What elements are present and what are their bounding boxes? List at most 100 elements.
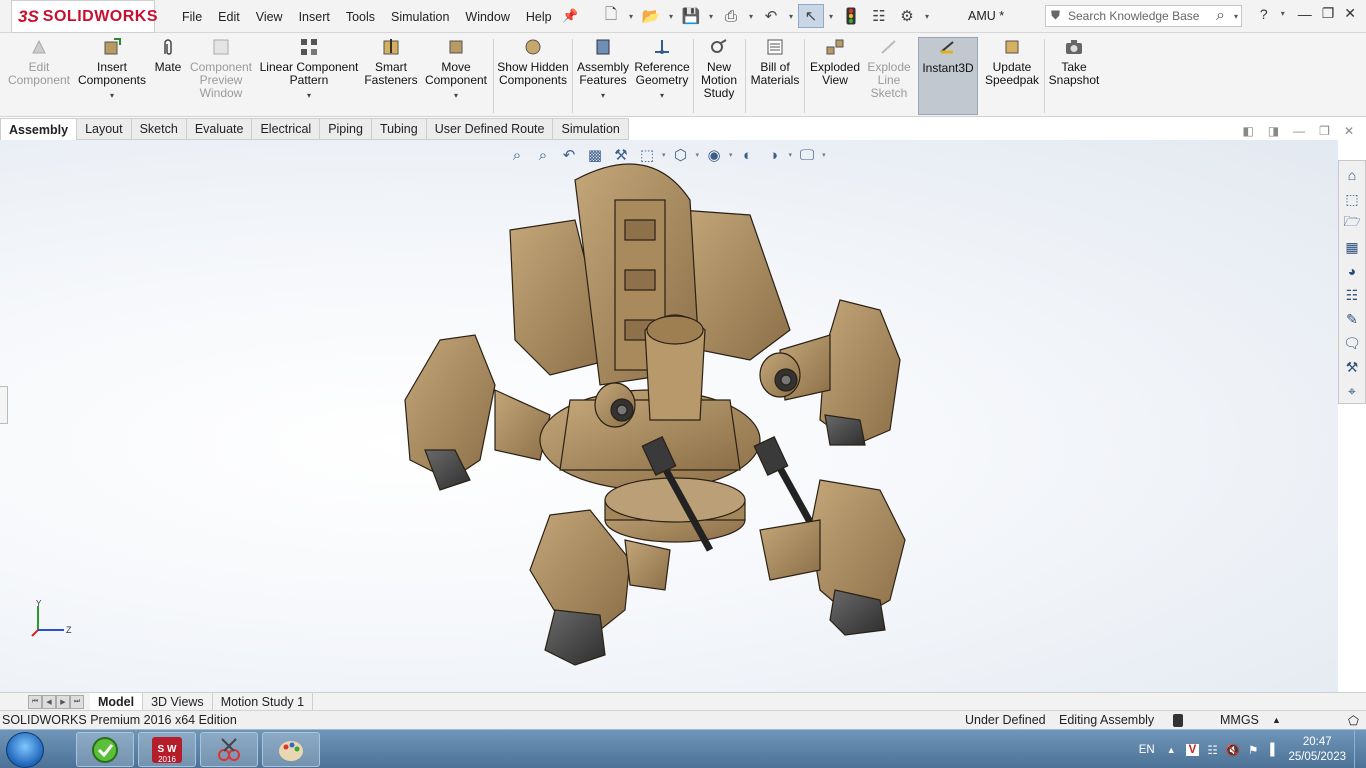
first-tab-arrow-icon[interactable]: ⏮ (28, 694, 42, 709)
save-icon[interactable]: 💾 (678, 4, 704, 28)
rebuild-status-icon[interactable] (1173, 714, 1183, 727)
take-snapshot-button[interactable]: Take Snapshot (1048, 37, 1100, 117)
exploded-view-button[interactable]: Exploded View (808, 37, 862, 117)
system-clock[interactable]: 20:47 25/05/2023 (1288, 735, 1346, 765)
menu-help[interactable]: Help (518, 10, 560, 24)
open-dropdown-icon[interactable]: ▾ (666, 12, 676, 21)
new-motion-study-button[interactable]: New Motion Study (697, 37, 741, 117)
print-icon[interactable]: ⎙ (718, 4, 744, 28)
search-dropdown-icon[interactable]: ▾ (1231, 12, 1241, 21)
panel-left-icon[interactable]: ◧ (1242, 124, 1253, 138)
doc-minimize-icon[interactable]: — (1293, 124, 1305, 138)
taskbar-solidworks-icon[interactable]: S W 2016 (138, 732, 196, 767)
graphics-area[interactable]: ⌕ ⌕ ↶ ▩ ⚒ ⬚ ▾ ⬡ ▾ ◉ ▾ ◐ ◑ ▾ 🖵 ▾ Y Z (0, 140, 1338, 694)
tab-3d-views[interactable]: 3D Views (143, 692, 213, 711)
search-knowledge-base[interactable]: ⛊ Search Knowledge Base ⌕ ▾ (1045, 5, 1242, 27)
volume-muted-icon[interactable]: 🔇 (1226, 743, 1240, 757)
linear-pattern-dropdown-icon[interactable]: ▾ (307, 89, 311, 102)
last-tab-arrow-icon[interactable]: ⏭ (70, 694, 84, 709)
taskbar-snipping-tool-icon[interactable] (200, 732, 258, 767)
component-preview-window-button[interactable]: Component Preview Window (188, 37, 254, 117)
new-dropdown-icon[interactable]: ▾ (626, 12, 636, 21)
options-dropdown-icon[interactable]: ▾ (922, 12, 932, 21)
insert-components-button[interactable]: Insert Components ▾ (76, 37, 148, 117)
doc-restore-icon[interactable]: ❐ (1319, 124, 1330, 138)
appearances-scenes-icon[interactable]: ◕ (1342, 261, 1362, 281)
save-dropdown-icon[interactable]: ▾ (706, 12, 716, 21)
show-desktop-button[interactable] (1354, 730, 1366, 768)
solidworks-resources-home-icon[interactable]: ⌂ (1342, 165, 1362, 185)
units-dropdown-icon[interactable]: ▲ (1272, 715, 1281, 725)
action-center-flag-icon[interactable]: ⚑ (1248, 743, 1258, 757)
open-folder-icon[interactable]: 📂 (638, 4, 664, 28)
tab-assembly[interactable]: Assembly (0, 118, 78, 140)
next-tab-arrow-icon[interactable]: ▶ (56, 694, 70, 709)
scene-dropdown-icon[interactable]: ▾ (789, 151, 793, 159)
new-document-icon[interactable]: 🗋 (598, 4, 624, 28)
file-explorer-icon[interactable]: 🗁 (1342, 213, 1362, 233)
rebuild-traffic-light-icon[interactable] (838, 4, 864, 28)
select-cursor-icon[interactable]: ↖ (798, 4, 824, 28)
tab-model[interactable]: Model (90, 692, 144, 711)
instant3d-button[interactable]: Instant3D (918, 37, 978, 115)
menu-file[interactable]: File (174, 10, 210, 24)
menu-edit[interactable]: Edit (210, 10, 248, 24)
bill-of-materials-button[interactable]: Bill of Materials (748, 37, 802, 117)
edit-component-button[interactable]: Edit Component (6, 37, 72, 117)
menu-simulation[interactable]: Simulation (383, 10, 457, 24)
windows-start-button[interactable] (6, 732, 44, 768)
tab-sketch[interactable]: Sketch (131, 118, 187, 140)
show-hidden-icons-arrow-icon[interactable]: ▲ (1167, 745, 1176, 755)
undo-dropdown-icon[interactable]: ▾ (786, 12, 796, 21)
update-speedpak-button[interactable]: Update Speedpak (982, 37, 1042, 117)
tab-user-defined-route[interactable]: User Defined Route (426, 118, 554, 140)
design-library-icon[interactable]: ⬚ (1342, 189, 1362, 209)
taskbar-paint-icon[interactable] (262, 732, 320, 767)
insert-components-dropdown-icon[interactable]: ▾ (110, 89, 114, 102)
robot-assembly-model[interactable] (400, 160, 920, 680)
panel-right-icon[interactable]: ◨ (1268, 124, 1279, 138)
menu-insert[interactable]: Insert (291, 10, 338, 24)
pin-icon[interactable]: 📌 (562, 8, 578, 24)
solidworks-forum-icon[interactable]: ✎ (1342, 309, 1362, 329)
view-settings-dropdown-icon[interactable]: ▾ (822, 151, 826, 159)
smart-fasteners-button[interactable]: Smart Fasteners (362, 37, 420, 117)
taskbar-app-green-icon[interactable] (76, 732, 134, 767)
unit-system[interactable]: MMGS (1220, 713, 1259, 727)
tab-tubing[interactable]: Tubing (371, 118, 427, 140)
close-icon[interactable]: ✕ (1344, 5, 1356, 22)
feature-manager-expand-handle[interactable] (0, 386, 8, 424)
tray-network-adapter-icon[interactable]: ☷ (1207, 743, 1217, 757)
menu-tools[interactable]: Tools (338, 10, 383, 24)
tray-v-app-icon[interactable]: V (1185, 743, 1200, 756)
assembly-features-button[interactable]: Assembly Features ▾ (575, 37, 631, 117)
select-dropdown-icon[interactable]: ▾ (826, 12, 836, 21)
tab-electrical[interactable]: Electrical (252, 118, 321, 140)
show-hidden-components-button[interactable]: Show Hidden Components (496, 37, 570, 117)
move-component-button[interactable]: Move Component ▾ (422, 37, 490, 117)
move-component-dropdown-icon[interactable]: ▾ (454, 89, 458, 102)
plastics-icon[interactable]: ⌖ (1342, 381, 1362, 401)
solidworks-logo[interactable]: 3S SOLIDWORKS (11, 0, 158, 33)
community-chat-icon[interactable]: 🗨 (1342, 333, 1362, 353)
display-style-dropdown-icon[interactable]: ▾ (696, 151, 700, 159)
undo-icon[interactable]: ↶ (758, 4, 784, 28)
help-dropdown-icon[interactable]: ▾ (1278, 9, 1288, 18)
restore-icon[interactable]: ❐ (1322, 5, 1335, 22)
custom-properties-icon[interactable]: ☷ (1342, 285, 1362, 305)
tab-layout[interactable]: Layout (77, 118, 132, 140)
options-gear-icon[interactable]: ⚙ (894, 4, 920, 28)
mate-button[interactable]: Mate (150, 37, 186, 117)
print-dropdown-icon[interactable]: ▾ (746, 12, 756, 21)
explode-line-sketch-button[interactable]: Explode Line Sketch (864, 37, 914, 117)
customize-status-bar-icon[interactable]: ⬠ (1348, 713, 1359, 728)
view-orientation-dropdown-icon[interactable]: ▾ (662, 151, 666, 159)
linear-component-pattern-button[interactable]: Linear Component Pattern ▾ (258, 37, 360, 117)
reference-geometry-dropdown-icon[interactable]: ▾ (660, 89, 664, 102)
menu-window[interactable]: Window (457, 10, 517, 24)
sustainability-icon[interactable]: ⚒ (1342, 357, 1362, 377)
minimize-icon[interactable]: — (1298, 6, 1312, 22)
view-palette-icon[interactable]: ▦ (1342, 237, 1362, 257)
hide-show-dropdown-icon[interactable]: ▾ (729, 151, 733, 159)
reference-geometry-button[interactable]: Reference Geometry ▾ (632, 37, 692, 117)
